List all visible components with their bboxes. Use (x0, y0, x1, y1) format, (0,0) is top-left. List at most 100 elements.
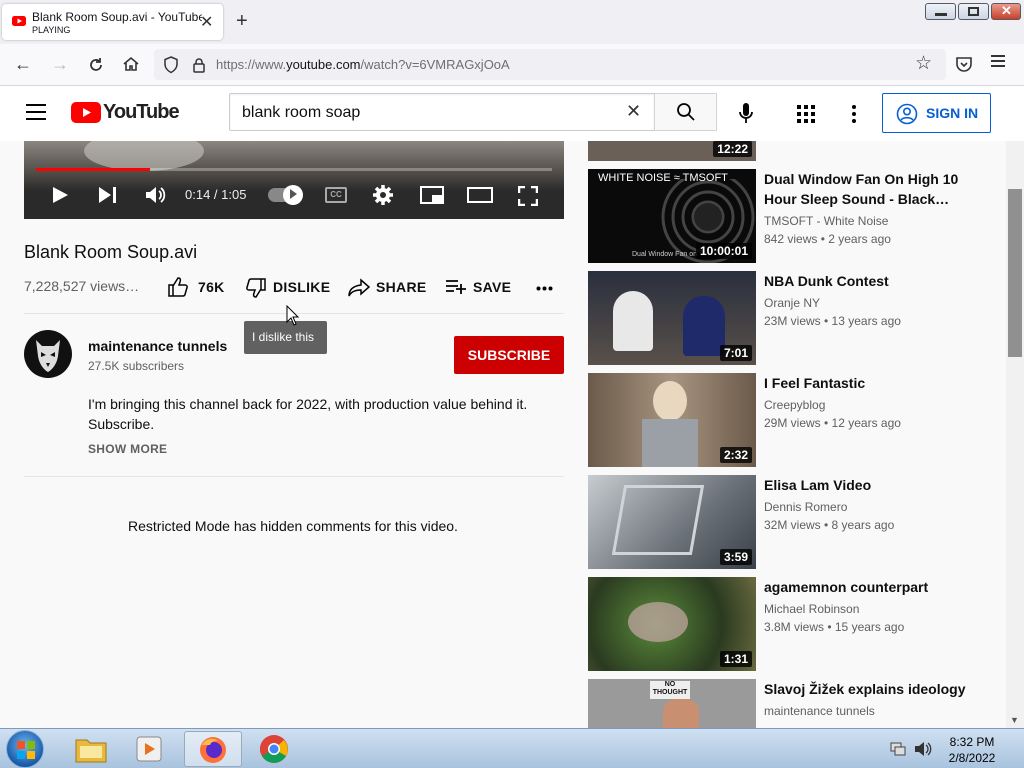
search-input[interactable]: blank room soap ✕ (229, 93, 655, 131)
scrollbar-thumb[interactable] (1008, 189, 1022, 357)
related-channel[interactable]: TMSOFT - White Noise (764, 212, 888, 230)
bookmark-star-icon[interactable]: ☆ (915, 52, 932, 75)
clock-time: 8:32 PM (949, 735, 995, 749)
url-text[interactable]: https://www.youtube.com/watch?v=6VMRAGxj… (216, 57, 510, 72)
restricted-mode-message: Restricted Mode has hidden comments for … (128, 518, 458, 534)
settings-more-icon[interactable] (851, 104, 857, 124)
related-thumbnail[interactable]: NO THOUGHT (588, 679, 756, 728)
youtube-favicon-icon (12, 16, 26, 26)
volume-icon[interactable] (145, 185, 167, 205)
related-title[interactable]: NBA Dunk Contest (764, 271, 984, 291)
search-button[interactable] (654, 93, 717, 131)
page-scrollbar[interactable]: ▼ (1006, 141, 1024, 728)
related-meta: 3.8M views • 15 years ago (764, 620, 905, 634)
network-icon[interactable] (890, 741, 906, 757)
back-icon[interactable]: ← (14, 54, 32, 75)
thumbnail-caption: Dual Window Fan on (632, 251, 697, 258)
home-icon[interactable] (122, 55, 140, 73)
browser-nav-bar: ← → https://www.youtube.com/watch?v=6VMR… (0, 44, 1024, 86)
duration-badge: 2:32 (719, 447, 752, 463)
reload-icon[interactable] (87, 56, 105, 74)
thumbnail-figure (642, 419, 698, 467)
taskbar-firefox[interactable] (184, 731, 242, 767)
share-arrow-icon (348, 278, 370, 297)
close-window-button[interactable]: ✕ (991, 3, 1021, 20)
settings-gear-icon[interactable] (373, 185, 393, 205)
taskbar: 8:32 PM 2/8/2022 (0, 728, 1024, 768)
related-channel[interactable]: Michael Robinson (764, 600, 859, 618)
browser-tab[interactable]: Blank Room Soup.avi - YouTube PLAYING ✕ (2, 4, 223, 40)
related-channel[interactable]: Creepyblog (764, 396, 825, 414)
youtube-header: YouTube blank room soap ✕ SIGN IN (0, 86, 1024, 141)
dislike-label: DISLIKE (273, 279, 331, 295)
related-thumbnail[interactable]: 2:32 (588, 373, 756, 467)
related-thumbnail[interactable]: WHITE NOISE ≈ TMSOFT Dual Window Fan on … (588, 169, 756, 263)
related-title[interactable]: Dual Window Fan On High 10 Hour Sleep So… (764, 169, 984, 209)
youtube-logo-icon (71, 102, 101, 123)
minimize-button[interactable] (925, 3, 956, 20)
related-channel[interactable]: maintenance tunnels (764, 702, 875, 720)
volume-tray-icon[interactable] (914, 741, 932, 757)
autoplay-toggle[interactable] (268, 185, 303, 205)
related-meta: 32M views • 8 years ago (764, 518, 895, 532)
related-thumbnail[interactable]: 7:01 (588, 271, 756, 365)
related-title[interactable]: Slavoj Žižek explains ideology (764, 679, 984, 699)
next-icon[interactable] (98, 186, 118, 204)
divider (24, 476, 564, 477)
related-thumbnail[interactable]: 3:59 (588, 475, 756, 569)
lock-icon[interactable] (192, 57, 206, 73)
menu-icon[interactable] (991, 55, 1005, 67)
related-thumbnail[interactable]: 1:31 (588, 577, 756, 671)
shield-icon[interactable] (163, 56, 179, 74)
system-clock[interactable]: 8:32 PM 2/8/2022 (940, 734, 1004, 766)
url-bar[interactable]: https://www.youtube.com/watch?v=6VMRAGxj… (154, 49, 946, 80)
channel-name[interactable]: maintenance tunnels (88, 338, 227, 354)
related-thumbnail-partial[interactable]: 12:22 (588, 141, 756, 161)
guide-menu-icon[interactable] (26, 104, 46, 120)
subscribe-button[interactable]: SUBSCRIBE (454, 336, 564, 374)
folder-icon (75, 739, 107, 763)
logo-text: YouTube (103, 101, 180, 123)
close-tab-icon[interactable]: ✕ (200, 12, 213, 32)
show-more-button[interactable]: SHOW MORE (88, 442, 167, 456)
fullscreen-icon[interactable] (518, 186, 538, 206)
video-player[interactable]: 0:14 / 1:05 CC (24, 141, 564, 219)
related-title[interactable]: Elisa Lam Video (764, 475, 984, 495)
taskbar-chrome[interactable] (246, 731, 304, 767)
pocket-icon[interactable] (955, 56, 973, 72)
related-channel[interactable]: Dennis Romero (764, 498, 847, 516)
forward-icon[interactable]: → (51, 54, 69, 75)
taskbar-explorer[interactable] (62, 731, 120, 767)
related-meta: 29M views • 12 years ago (764, 416, 901, 430)
related-channel[interactable]: Oranje NY (764, 294, 820, 312)
duration-badge: 3:59 (719, 549, 752, 565)
duration-badge: 10:00:01 (695, 243, 752, 259)
channel-avatar[interactable] (24, 330, 72, 378)
thumbnail-detail (611, 485, 705, 555)
progress-bar[interactable] (36, 168, 552, 171)
duration-badge: 1:31 (719, 651, 752, 667)
share-label: SHARE (376, 279, 427, 295)
scroll-down-icon[interactable]: ▼ (1010, 715, 1019, 725)
clear-search-icon[interactable]: ✕ (626, 101, 641, 122)
apps-grid-icon[interactable] (797, 105, 815, 123)
more-actions-icon[interactable] (536, 286, 553, 291)
thumbnail-figure (653, 381, 687, 421)
captions-button[interactable]: CC (325, 187, 347, 203)
microphone-icon[interactable] (738, 102, 754, 126)
play-icon[interactable] (51, 186, 69, 204)
youtube-logo[interactable]: YouTube (71, 101, 180, 127)
related-title[interactable]: I Feel Fantastic (764, 373, 984, 393)
related-title[interactable]: agamemnon counterpart (764, 577, 984, 597)
miniplayer-icon[interactable] (420, 186, 444, 204)
restore-button[interactable] (958, 3, 989, 20)
taskbar-media-player[interactable] (120, 731, 178, 767)
thumbnail-figure (683, 296, 725, 356)
start-button[interactable] (6, 730, 44, 768)
skull-mask-icon (36, 340, 60, 372)
theater-mode-icon[interactable] (467, 187, 493, 203)
new-tab-icon[interactable]: + (236, 10, 248, 33)
sign-in-button[interactable]: SIGN IN (882, 93, 991, 133)
search-value: blank room soap (242, 104, 361, 121)
mouse-cursor-icon (286, 305, 300, 326)
